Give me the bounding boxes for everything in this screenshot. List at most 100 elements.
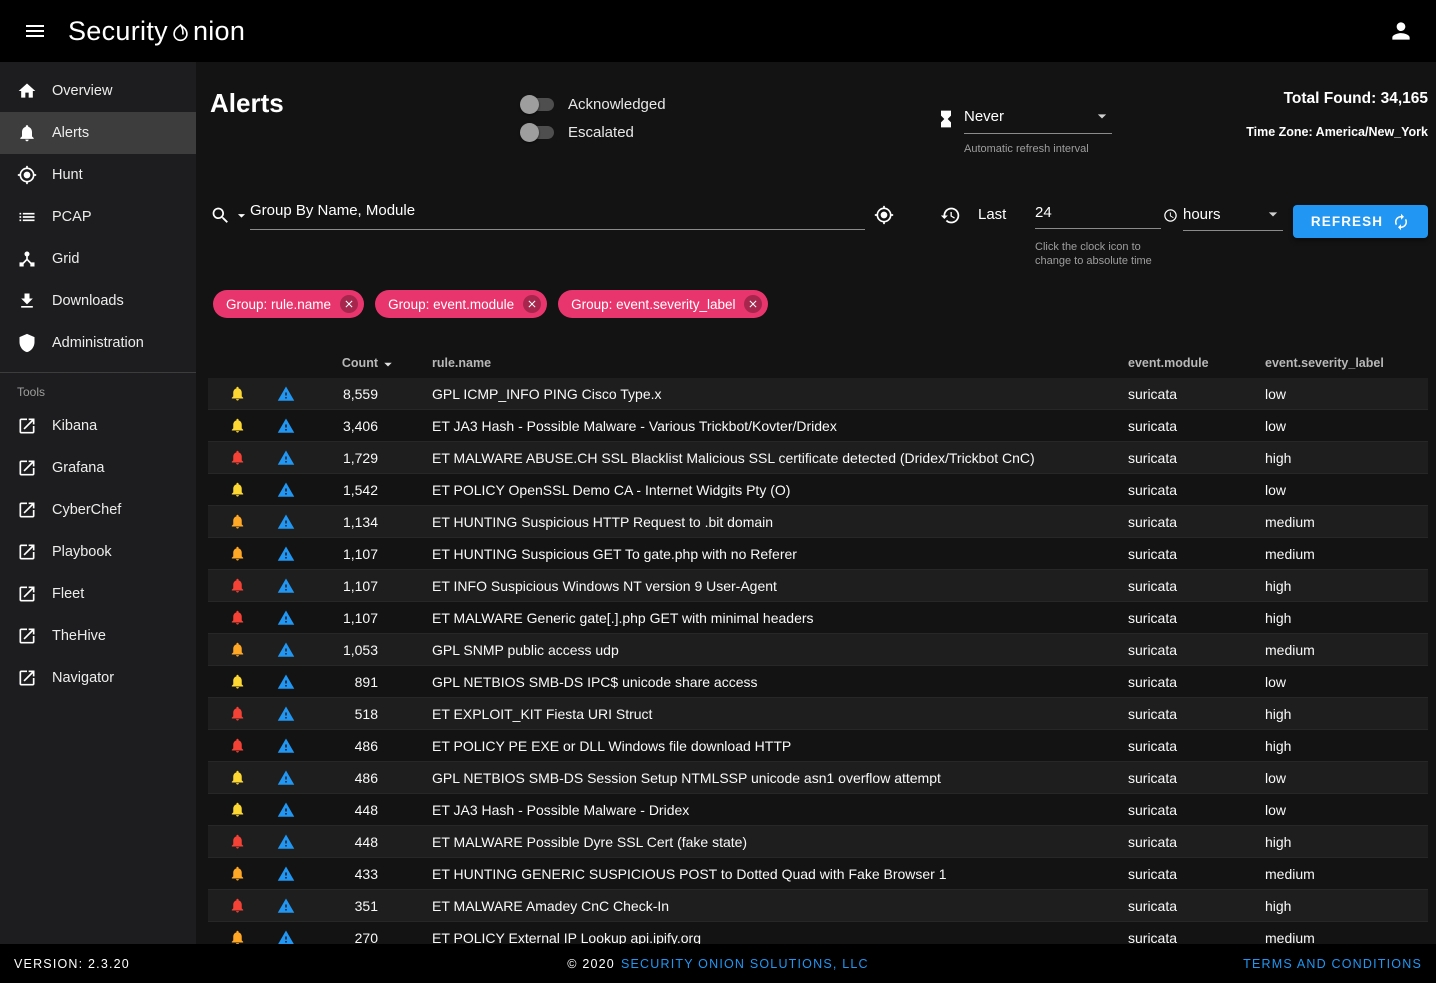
info-triangle-icon[interactable] — [277, 801, 295, 819]
table-row[interactable]: 270ET POLICY External IP Lookup api.ipif… — [208, 922, 1428, 944]
close-icon — [343, 298, 355, 310]
sidebar-item-pcap[interactable]: PCAP — [0, 196, 196, 238]
severity-header[interactable]: event.severity_label — [1265, 356, 1428, 370]
chip-remove-button[interactable] — [744, 295, 762, 313]
table-row[interactable]: 448ET JA3 Hash - Possible Malware - Drid… — [208, 794, 1428, 826]
terms-link[interactable]: TERMS AND CONDITIONS — [1243, 957, 1422, 971]
filter-chip[interactable]: Group: event.module — [375, 290, 547, 318]
count-header[interactable]: Count — [308, 356, 378, 370]
sidebar-item-hunt[interactable]: Hunt — [0, 154, 196, 196]
info-triangle-icon[interactable] — [277, 609, 295, 627]
info-triangle-icon[interactable] — [277, 705, 295, 723]
alert-bell-icon[interactable] — [229, 833, 246, 850]
info-triangle-icon[interactable] — [277, 737, 295, 755]
table-row[interactable]: 1,134ET HUNTING Suspicious HTTP Request … — [208, 506, 1428, 538]
alert-bell-icon[interactable] — [229, 577, 246, 594]
alert-bell-icon[interactable] — [229, 705, 246, 722]
alert-bell-icon[interactable] — [229, 385, 246, 402]
info-triangle-icon[interactable] — [277, 513, 295, 531]
info-triangle-icon[interactable] — [277, 897, 295, 915]
alert-bell-icon[interactable] — [229, 673, 246, 690]
query-dropdown-caret-icon[interactable] — [233, 207, 250, 224]
alert-bell-icon[interactable] — [229, 417, 246, 434]
info-triangle-icon[interactable] — [277, 545, 295, 563]
info-triangle-icon[interactable] — [277, 641, 295, 659]
table-row[interactable]: 1,053GPL SNMP public access udpsuricatam… — [208, 634, 1428, 666]
table-row[interactable]: 1,729ET MALWARE ABUSE.CH SSL Blacklist M… — [208, 442, 1428, 474]
alert-bell-icon[interactable] — [229, 609, 246, 626]
refresh-button[interactable]: REFRESH — [1293, 205, 1428, 238]
sidebar-tool-thehive[interactable]: TheHive — [0, 615, 196, 657]
external-link-icon — [17, 458, 37, 478]
table-row[interactable]: 1,107ET INFO Suspicious Windows NT versi… — [208, 570, 1428, 602]
chevron-down-icon — [1263, 204, 1283, 224]
rule-name-header[interactable]: rule.name — [378, 356, 1128, 370]
alert-bell-icon[interactable] — [229, 865, 246, 882]
info-triangle-icon[interactable] — [277, 417, 295, 435]
info-triangle-icon[interactable] — [277, 577, 295, 595]
severity-cell: low — [1265, 802, 1428, 818]
clock-icon[interactable] — [1163, 208, 1178, 223]
time-unit-select[interactable]: hours — [1183, 204, 1283, 231]
sidebar-tool-playbook[interactable]: Playbook — [0, 531, 196, 573]
company-link[interactable]: SECURITY ONION SOLUTIONS, LLC — [621, 957, 869, 971]
info-triangle-icon[interactable] — [277, 865, 295, 883]
info-triangle-icon[interactable] — [277, 769, 295, 787]
chip-remove-button[interactable] — [340, 295, 358, 313]
table-row[interactable]: 486ET POLICY PE EXE or DLL Windows file … — [208, 730, 1428, 762]
acknowledged-label: Acknowledged — [568, 96, 666, 113]
filter-chip[interactable]: Group: event.severity_label — [558, 290, 768, 318]
alert-bell-icon[interactable] — [229, 769, 246, 786]
info-triangle-icon[interactable] — [277, 833, 295, 851]
alert-bell-icon[interactable] — [229, 481, 246, 498]
table-row[interactable]: 1,107ET MALWARE Generic gate[.].php GET … — [208, 602, 1428, 634]
external-link-icon — [17, 668, 37, 688]
table-row[interactable]: 1,542ET POLICY OpenSSL Demo CA - Interne… — [208, 474, 1428, 506]
menu-button[interactable] — [16, 12, 54, 50]
user-menu-button[interactable] — [1382, 12, 1420, 50]
sidebar-tool-kibana[interactable]: Kibana — [0, 405, 196, 447]
sidebar-item-downloads[interactable]: Downloads — [0, 280, 196, 322]
table-row[interactable]: 448ET MALWARE Possible Dyre SSL Cert (fa… — [208, 826, 1428, 858]
table-row[interactable]: 518ET EXPLOIT_KIT Fiesta URI Structsuric… — [208, 698, 1428, 730]
sidebar-tool-navigator[interactable]: Navigator — [0, 657, 196, 699]
alert-bell-icon[interactable] — [229, 513, 246, 530]
module-header[interactable]: event.module — [1128, 356, 1265, 370]
time-value-input[interactable] — [1035, 204, 1161, 221]
acknowledged-toggle[interactable]: Acknowledged — [522, 90, 666, 118]
filter-target-icon[interactable] — [874, 205, 894, 225]
info-triangle-icon[interactable] — [277, 449, 295, 467]
alert-bell-icon[interactable] — [229, 801, 246, 818]
info-triangle-icon[interactable] — [277, 929, 295, 945]
alert-bell-icon[interactable] — [229, 545, 246, 562]
sidebar-tool-cyberchef[interactable]: CyberChef — [0, 489, 196, 531]
alert-bell-icon[interactable] — [229, 449, 246, 466]
info-triangle-icon[interactable] — [277, 385, 295, 403]
refresh-interval-select[interactable]: Never — [964, 106, 1112, 134]
table-row[interactable]: 8,559GPL ICMP_INFO PING Cisco Type.xsuri… — [208, 378, 1428, 410]
table-row[interactable]: 1,107ET HUNTING Suspicious GET To gate.p… — [208, 538, 1428, 570]
alert-bell-icon[interactable] — [229, 897, 246, 914]
info-triangle-icon[interactable] — [277, 673, 295, 691]
sidebar-item-grid[interactable]: Grid — [0, 238, 196, 280]
info-triangle-icon[interactable] — [277, 481, 295, 499]
table-row[interactable]: 351ET MALWARE Amadey CnC Check-Insuricat… — [208, 890, 1428, 922]
sidebar-item-overview[interactable]: Overview — [0, 70, 196, 112]
sidebar-tool-fleet[interactable]: Fleet — [0, 573, 196, 615]
table-row[interactable]: 3,406ET JA3 Hash - Possible Malware - Va… — [208, 410, 1428, 442]
sidebar-item-alerts[interactable]: Alerts — [0, 112, 196, 154]
sidebar-tool-grafana[interactable]: Grafana — [0, 447, 196, 489]
alert-bell-icon[interactable] — [229, 641, 246, 658]
alert-bell-icon[interactable] — [229, 929, 246, 944]
count-cell: 1,729 — [308, 450, 378, 466]
table-row[interactable]: 486GPL NETBIOS SMB-DS Session Setup NTML… — [208, 762, 1428, 794]
sidebar-item-administration[interactable]: Administration — [0, 322, 196, 364]
history-icon[interactable] — [940, 205, 961, 226]
table-row[interactable]: 433ET HUNTING GENERIC SUSPICIOUS POST to… — [208, 858, 1428, 890]
filter-chip[interactable]: Group: rule.name — [213, 290, 364, 318]
chip-remove-button[interactable] — [523, 295, 541, 313]
alert-bell-icon[interactable] — [229, 737, 246, 754]
table-row[interactable]: 891GPL NETBIOS SMB-DS IPC$ unicode share… — [208, 666, 1428, 698]
search-input[interactable] — [250, 202, 865, 230]
escalated-toggle[interactable]: Escalated — [522, 118, 666, 146]
